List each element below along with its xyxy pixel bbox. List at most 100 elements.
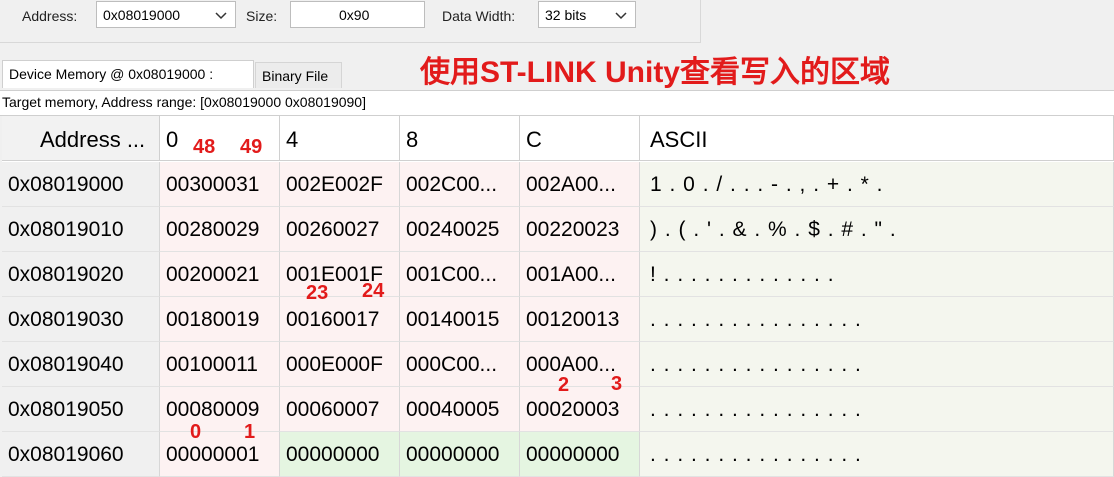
- hex-cell-8-text: 00140015: [406, 308, 500, 331]
- hex-cell-0-text: 00180019: [166, 308, 260, 331]
- hex-cell-8-text: 001C00...: [406, 263, 498, 286]
- hex-cell-4[interactable]: 002E002F: [280, 162, 400, 207]
- hex-cell-8[interactable]: 002C00...: [400, 162, 520, 207]
- ascii-cell-text: . . . . . . . . . . . . . . . .: [650, 308, 862, 331]
- chevron-down-icon[interactable]: [611, 5, 631, 25]
- column-header-label: C: [526, 127, 542, 152]
- hex-cell-0[interactable]: 00180019: [160, 297, 280, 342]
- hex-cell-0[interactable]: 00000001: [160, 432, 280, 477]
- hex-cell-8-text: 00240025: [406, 218, 500, 241]
- hex-cell-0-text: 00080009: [166, 398, 260, 421]
- hex-cell-8[interactable]: 00040005: [400, 387, 520, 432]
- address-cell[interactable]: 0x08019000: [2, 162, 160, 207]
- ascii-cell-text: ! . . . . . . . . . . . . .: [650, 263, 835, 286]
- data-width-select[interactable]: 32 bits: [538, 1, 636, 28]
- hex-cell-c-text: 000A00...: [526, 353, 616, 376]
- hex-cell-4-text: 00160017: [286, 308, 380, 331]
- ascii-cell[interactable]: . . . . . . . . . . . . . . . .: [640, 387, 1114, 432]
- ascii-cell[interactable]: ! . . . . . . . . . . . . .: [640, 252, 1114, 297]
- hex-cell-4-text: 00060007: [286, 398, 380, 421]
- address-cell[interactable]: 0x08019050: [2, 387, 160, 432]
- column-header-label: ASCII: [650, 127, 708, 152]
- address-cell[interactable]: 0x08019020: [2, 252, 160, 297]
- column-header-ascii[interactable]: ASCII: [640, 116, 1114, 161]
- annotation-49: 49: [240, 136, 263, 158]
- hex-cell-c-text: 001A00...: [526, 263, 616, 286]
- hex-cell-4[interactable]: 00260027: [280, 207, 400, 252]
- annotation-headline: 使用ST-LINK Unity查看写入的区域: [420, 56, 890, 89]
- tab-device-memory[interactable]: Device Memory @ 0x08019000 :: [2, 60, 254, 88]
- hex-cell-c-text: 00000000: [526, 443, 620, 466]
- ascii-cell[interactable]: . . . . . . . . . . . . . . . .: [640, 432, 1114, 477]
- address-cell[interactable]: 0x08019040: [2, 342, 160, 387]
- hex-cell-c[interactable]: 001A00...: [520, 252, 640, 297]
- hex-cell-c[interactable]: 00000000: [520, 432, 640, 477]
- size-input[interactable]: 0x90: [290, 1, 425, 28]
- data-width-value: 32 bits: [545, 7, 587, 23]
- hex-cell-8[interactable]: 001C00...: [400, 252, 520, 297]
- column-header-8[interactable]: 8: [400, 116, 520, 161]
- address-cell-text: 0x08019050: [8, 398, 124, 421]
- hex-cell-4[interactable]: 000E000F: [280, 342, 400, 387]
- hex-cell-8[interactable]: 00240025: [400, 207, 520, 252]
- size-value: 0x90: [339, 7, 370, 23]
- address-cell-text: 0x08019000: [8, 173, 124, 196]
- hex-cell-4[interactable]: 00160017: [280, 297, 400, 342]
- memory-toolbar: Address: 0x08019000 Size: 0x90 Data Widt…: [0, 0, 701, 43]
- hex-cell-0[interactable]: 00280029: [160, 207, 280, 252]
- address-combobox[interactable]: 0x08019000: [96, 1, 236, 28]
- hex-cell-0[interactable]: 00200021: [160, 252, 280, 297]
- column-header-c[interactable]: C: [520, 116, 640, 161]
- address-value: 0x08019000: [103, 7, 181, 23]
- hex-cell-8-text: 00040005: [406, 398, 500, 421]
- ascii-cell[interactable]: 1 . 0 . / . . . - . , . + . * .: [640, 162, 1114, 207]
- hex-cell-8[interactable]: 00000000: [400, 432, 520, 477]
- address-cell[interactable]: 0x08019030: [2, 297, 160, 342]
- tab-binary-file[interactable]: Binary File: [255, 62, 342, 88]
- hex-cell-0[interactable]: 00080009: [160, 387, 280, 432]
- hex-cell-8[interactable]: 000C00...: [400, 342, 520, 387]
- hex-cell-0-text: 00100011: [166, 353, 258, 376]
- hex-cell-0-text: 00000001: [166, 443, 260, 466]
- hex-cell-0[interactable]: 00300031: [160, 162, 280, 207]
- ascii-cell[interactable]: ) . ( . ' . & . % . $ . # . " .: [640, 207, 1114, 252]
- column-header-label: Address ...: [40, 127, 146, 152]
- hex-cell-4[interactable]: 00060007: [280, 387, 400, 432]
- ascii-cell-text: ) . ( . ' . & . % . $ . # . " .: [650, 218, 897, 241]
- hex-cell-0-text: 00280029: [166, 218, 260, 241]
- hex-cell-c[interactable]: 00120013: [520, 297, 640, 342]
- hex-cell-8-text: 00000000: [406, 443, 500, 466]
- ascii-cell[interactable]: . . . . . . . . . . . . . . . .: [640, 297, 1114, 342]
- hex-cell-8-text: 002C00...: [406, 173, 498, 196]
- column-header-label: 0: [166, 127, 179, 152]
- hex-cell-c-text: 00220023: [526, 218, 620, 241]
- address-cell[interactable]: 0x08019010: [2, 207, 160, 252]
- hex-cell-c[interactable]: 002A00...: [520, 162, 640, 207]
- hex-cell-8[interactable]: 00140015: [400, 297, 520, 342]
- address-cell[interactable]: 0x08019060: [2, 432, 160, 477]
- hex-cell-4[interactable]: 00000000: [280, 432, 400, 477]
- column-header-address[interactable]: Address ...: [2, 116, 160, 161]
- address-cell-text: 0x08019060: [8, 443, 124, 466]
- column-header-4[interactable]: 4: [280, 116, 400, 161]
- address-cell-text: 0x08019030: [8, 308, 124, 331]
- tab-device-memory-label: Device Memory @ 0x08019000 :: [9, 66, 214, 82]
- address-cell-text: 0x08019020: [8, 263, 124, 286]
- ascii-cell-text: . . . . . . . . . . . . . . . .: [650, 443, 862, 466]
- hex-cell-c-text: 00120013: [526, 308, 620, 331]
- memory-table: Address ... 0 4 8 C ASCII 0x08019000 0030…: [2, 116, 1114, 477]
- annotation-23: 23: [306, 282, 329, 304]
- address-range-text: Target memory, Address range: [0x0801900…: [2, 94, 366, 110]
- hex-cell-c[interactable]: 00220023: [520, 207, 640, 252]
- hex-cell-0[interactable]: 00100011: [160, 342, 280, 387]
- address-label: Address:: [22, 8, 78, 24]
- chevron-down-icon[interactable]: [211, 5, 231, 25]
- ascii-cell-text: 1 . 0 . / . . . - . , . + . * .: [650, 173, 884, 196]
- address-range-info: Target memory, Address range: [0x0801900…: [0, 90, 1114, 116]
- size-label: Size:: [246, 8, 278, 24]
- hex-cell-8-text: 000C00...: [406, 353, 498, 376]
- hex-cell-4-text: 00260027: [286, 218, 380, 241]
- annotation-3: 3: [611, 373, 623, 395]
- ascii-cell[interactable]: . . . . . . . . . . . . . . . .: [640, 342, 1114, 387]
- hex-cell-c-text: 00020003: [526, 398, 620, 421]
